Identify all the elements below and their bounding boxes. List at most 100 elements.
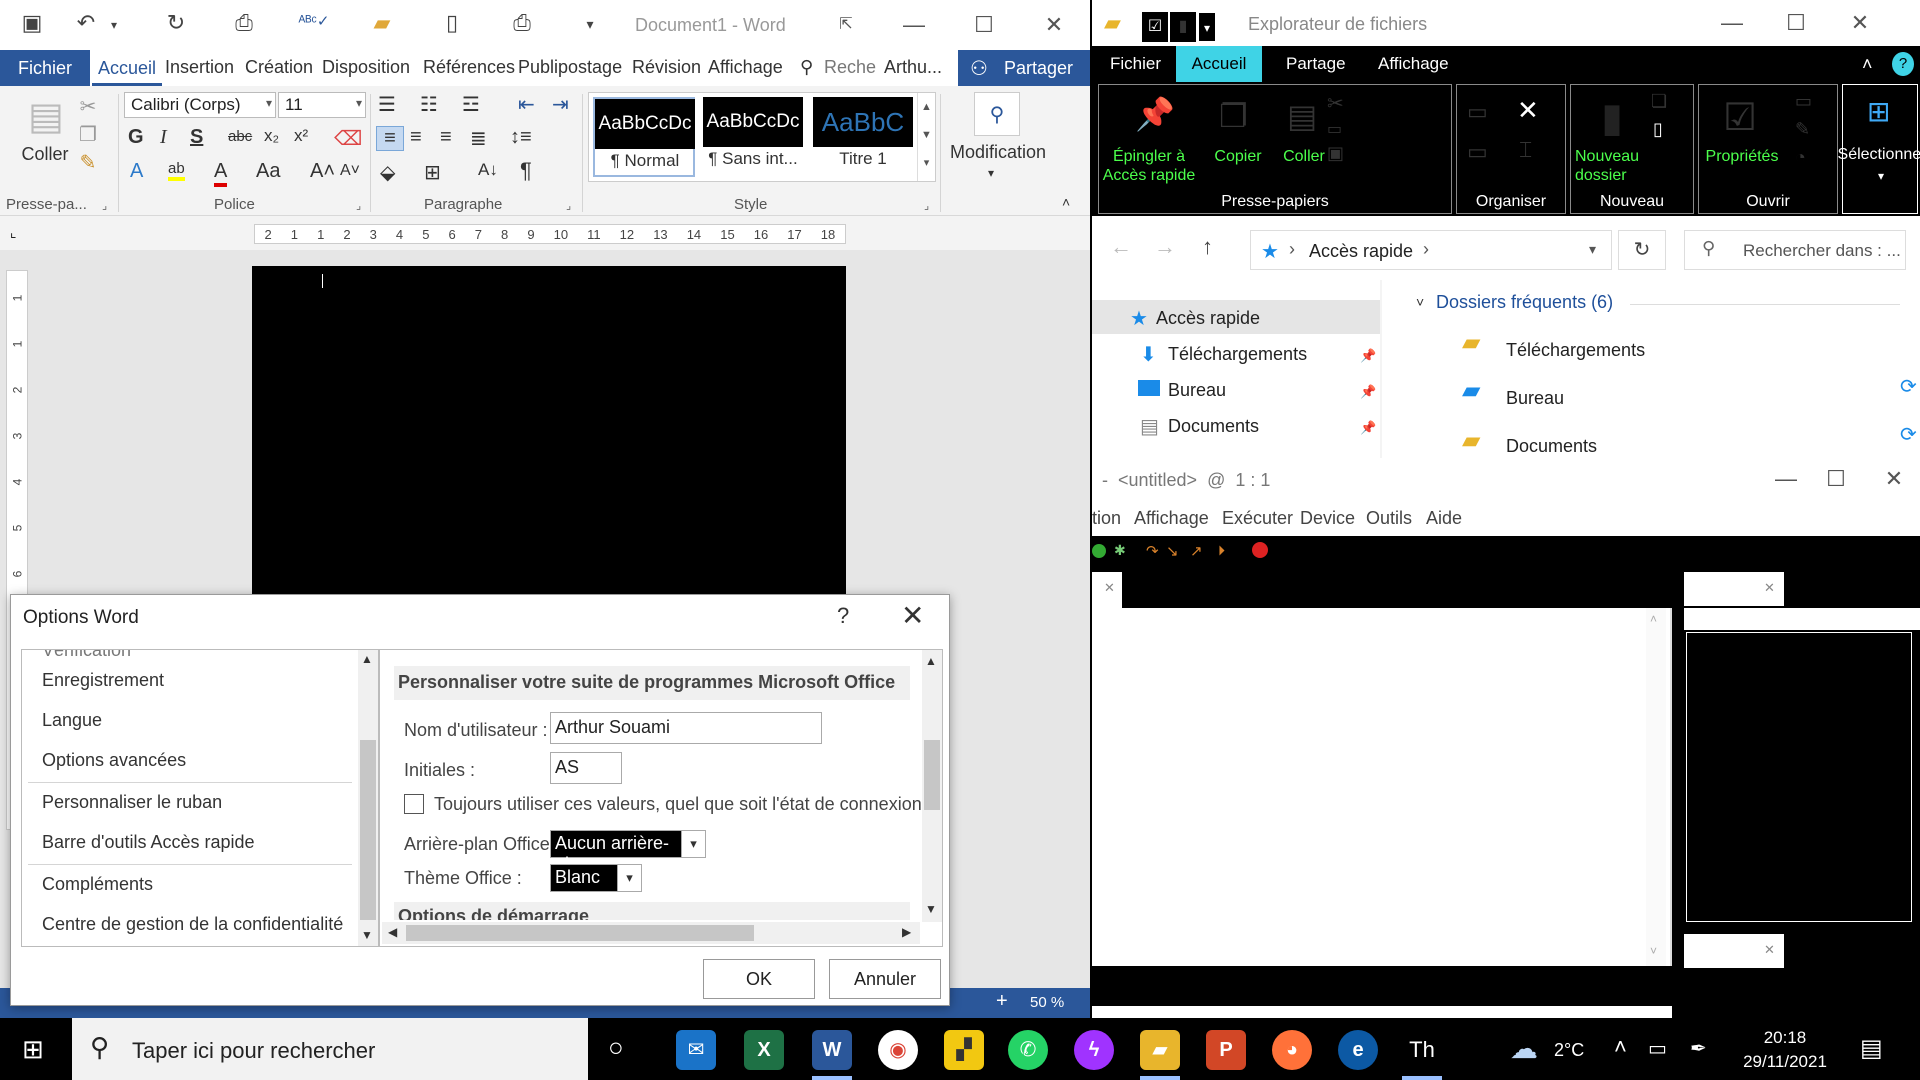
up-icon[interactable]: ↑ — [1202, 234, 1213, 260]
copy-to-icon[interactable]: ▭ — [1467, 139, 1488, 165]
editor-pane[interactable]: ˄ ˅ — [1092, 608, 1672, 966]
tab-close-icon[interactable]: ✕ — [1764, 580, 1775, 596]
folder-documents[interactable]: Documents — [1506, 436, 1597, 457]
tab-close-icon[interactable]: ✕ — [1764, 942, 1775, 958]
scroll-left-icon[interactable]: ◀ — [388, 925, 397, 939]
folder-desktop[interactable]: Bureau — [1506, 388, 1564, 409]
print-preview-icon[interactable]: ⎙ — [228, 10, 260, 40]
debug-icon[interactable]: ✱ — [1114, 542, 1126, 559]
firefox-icon[interactable]: ◕ — [1272, 1030, 1312, 1070]
scroll-up-icon[interactable]: ▲ — [925, 654, 937, 668]
ok-button[interactable]: OK — [703, 959, 815, 999]
tab-selector-icon[interactable]: ⌞ — [10, 224, 17, 241]
menu-aide[interactable]: Aide — [1426, 508, 1462, 529]
background-select[interactable]: Aucun arrière-plan ▾ — [550, 830, 706, 874]
address-text[interactable]: Accès rapide — [1309, 241, 1413, 262]
nav-item-addins[interactable]: Compléments — [42, 874, 153, 895]
dialog-close-icon[interactable]: ✕ — [901, 599, 924, 632]
step-out-icon[interactable]: ↗ — [1190, 542, 1203, 560]
paste-shortcut-icon[interactable]: ▣ — [1327, 143, 1344, 164]
powerpoint-icon[interactable]: P — [1206, 1030, 1246, 1070]
chevron-up-icon[interactable]: ˄ — [1614, 1034, 1627, 1060]
qa-dropdown-icon[interactable]: ▾ — [1198, 12, 1216, 42]
select-dropdown-icon[interactable]: ▾ — [1843, 169, 1919, 183]
menu-affichage[interactable]: Affichage — [1134, 508, 1209, 529]
undo-dropdown-icon[interactable]: ▾ — [98, 18, 130, 48]
properties-button[interactable]: Propriétés — [1699, 147, 1785, 166]
explorer-minimize-button[interactable]: — — [1704, 6, 1760, 40]
content-scrollbar[interactable]: ▲ ▼ — [922, 650, 942, 922]
borders-icon[interactable]: ⊞ — [424, 160, 441, 185]
weather-temp[interactable]: 2°C — [1554, 1040, 1584, 1061]
italic-icon[interactable]: I — [160, 126, 167, 149]
back-icon[interactable]: ← — [1110, 234, 1132, 260]
pin-quick-access-button[interactable]: Épingler à Accès rapide — [1099, 147, 1199, 185]
always-use-checkbox[interactable] — [404, 794, 424, 814]
tab-references[interactable]: Références — [423, 57, 515, 78]
clock[interactable]: 20:18 29/11/2021 — [1730, 1026, 1840, 1074]
line-spacing-icon[interactable]: ↕≡ — [510, 126, 532, 149]
copy-path-icon[interactable]: ▭ — [1327, 119, 1342, 139]
refresh-icon[interactable]: ↻ — [1618, 230, 1666, 270]
tab-affichage[interactable]: Affichage — [708, 57, 783, 78]
maximize-button[interactable]: ☐ — [956, 8, 1012, 42]
paste-button[interactable]: Coller — [8, 144, 82, 165]
address-bar[interactable]: ★ › Accès rapide › ▾ — [1250, 230, 1612, 270]
scroll-up-icon[interactable]: ▲ — [361, 652, 373, 666]
menu-edition[interactable]: tion — [1092, 508, 1121, 529]
nav-desktop[interactable]: Bureau — [1168, 380, 1226, 401]
pin-icon[interactable]: 📌 — [1360, 348, 1376, 364]
side-panel-tab[interactable]: ✕ — [1684, 572, 1784, 606]
open-icon[interactable]: ▭ — [1795, 91, 1812, 112]
clipboard-launcher-icon[interactable]: ⌟ — [102, 199, 107, 212]
underline-icon[interactable]: S — [190, 126, 203, 149]
select-group[interactable]: ⊞ Sélectionner ▾ — [1838, 84, 1920, 214]
zoom-in-icon[interactable]: + — [996, 990, 1008, 1013]
cut-icon[interactable]: ✂ — [1327, 91, 1344, 116]
new-folder-qa-icon[interactable]: ▮ — [1170, 12, 1196, 42]
thonny-icon[interactable]: Th — [1402, 1030, 1442, 1070]
style-no-spacing[interactable]: AaBbCcDc ¶ Sans int... — [703, 97, 805, 177]
nav-item-advanced[interactable]: Options avancées — [42, 750, 186, 771]
text-effects-icon[interactable]: A — [130, 160, 143, 183]
rename-icon[interactable]: ⌶ — [1519, 137, 1532, 163]
explorer-search-input[interactable]: Rechercher dans : ... — [1684, 230, 1906, 270]
address-dropdown-icon[interactable]: ▾ — [1589, 241, 1596, 258]
content-hscrollbar[interactable]: ◀ ▶ — [382, 922, 920, 944]
highlight-icon[interactable]: ab — [168, 160, 185, 181]
format-painter-icon[interactable]: ✎ — [76, 150, 100, 175]
font-name-combo[interactable]: Calibri (Corps) — [124, 92, 276, 118]
menu-executer[interactable]: Exécuter — [1222, 508, 1293, 529]
font-launcher-icon[interactable]: ⌟ — [356, 199, 361, 212]
change-case-icon[interactable]: Aa — [256, 160, 280, 183]
notification-icon[interactable]: ▤ — [1860, 1034, 1883, 1063]
justify-icon[interactable]: ≣ — [470, 126, 487, 151]
numbering-icon[interactable]: ☷ — [420, 92, 438, 117]
copy-button[interactable]: Copier — [1203, 147, 1273, 166]
collapse-ribbon-icon[interactable]: ˄ — [1862, 54, 1873, 75]
editor-close-button[interactable]: ✕ — [1866, 462, 1920, 496]
scroll-down-icon[interactable]: ▼ — [361, 928, 373, 942]
new-document-icon[interactable]: ▯ — [436, 10, 468, 40]
paste-icon[interactable]: ▤ — [26, 94, 66, 139]
shrink-font-icon[interactable]: A˅ — [340, 162, 360, 180]
align-center-icon[interactable]: ≡ — [410, 126, 422, 149]
start-icon[interactable]: ⊞ — [22, 1034, 44, 1065]
show-marks-icon[interactable]: ¶ — [520, 158, 532, 184]
run-icon[interactable] — [1092, 544, 1106, 558]
initials-input[interactable]: AS — [550, 752, 622, 784]
font-size-combo[interactable]: 11 — [278, 92, 366, 118]
pin-icon[interactable]: 📌 — [1360, 384, 1376, 400]
subscript-icon[interactable]: x₂ — [264, 126, 279, 146]
nav-item-language[interactable]: Langue — [42, 710, 102, 731]
save-icon[interactable]: ▣ — [16, 10, 48, 40]
sticky-notes-icon[interactable]: ▞ — [944, 1030, 984, 1070]
etab-fichier[interactable]: Fichier — [1110, 54, 1161, 74]
move-to-icon[interactable]: ▭ — [1467, 99, 1488, 125]
explorer-maximize-button[interactable]: ☐ — [1768, 6, 1824, 40]
bold-icon[interactable]: G — [128, 126, 144, 149]
tab-creation[interactable]: Création — [245, 57, 313, 78]
font-color-icon[interactable]: A — [214, 160, 228, 187]
resume-icon[interactable]: ⏵ — [1218, 542, 1225, 559]
editor-maximize-button[interactable]: ☐ — [1808, 462, 1864, 496]
